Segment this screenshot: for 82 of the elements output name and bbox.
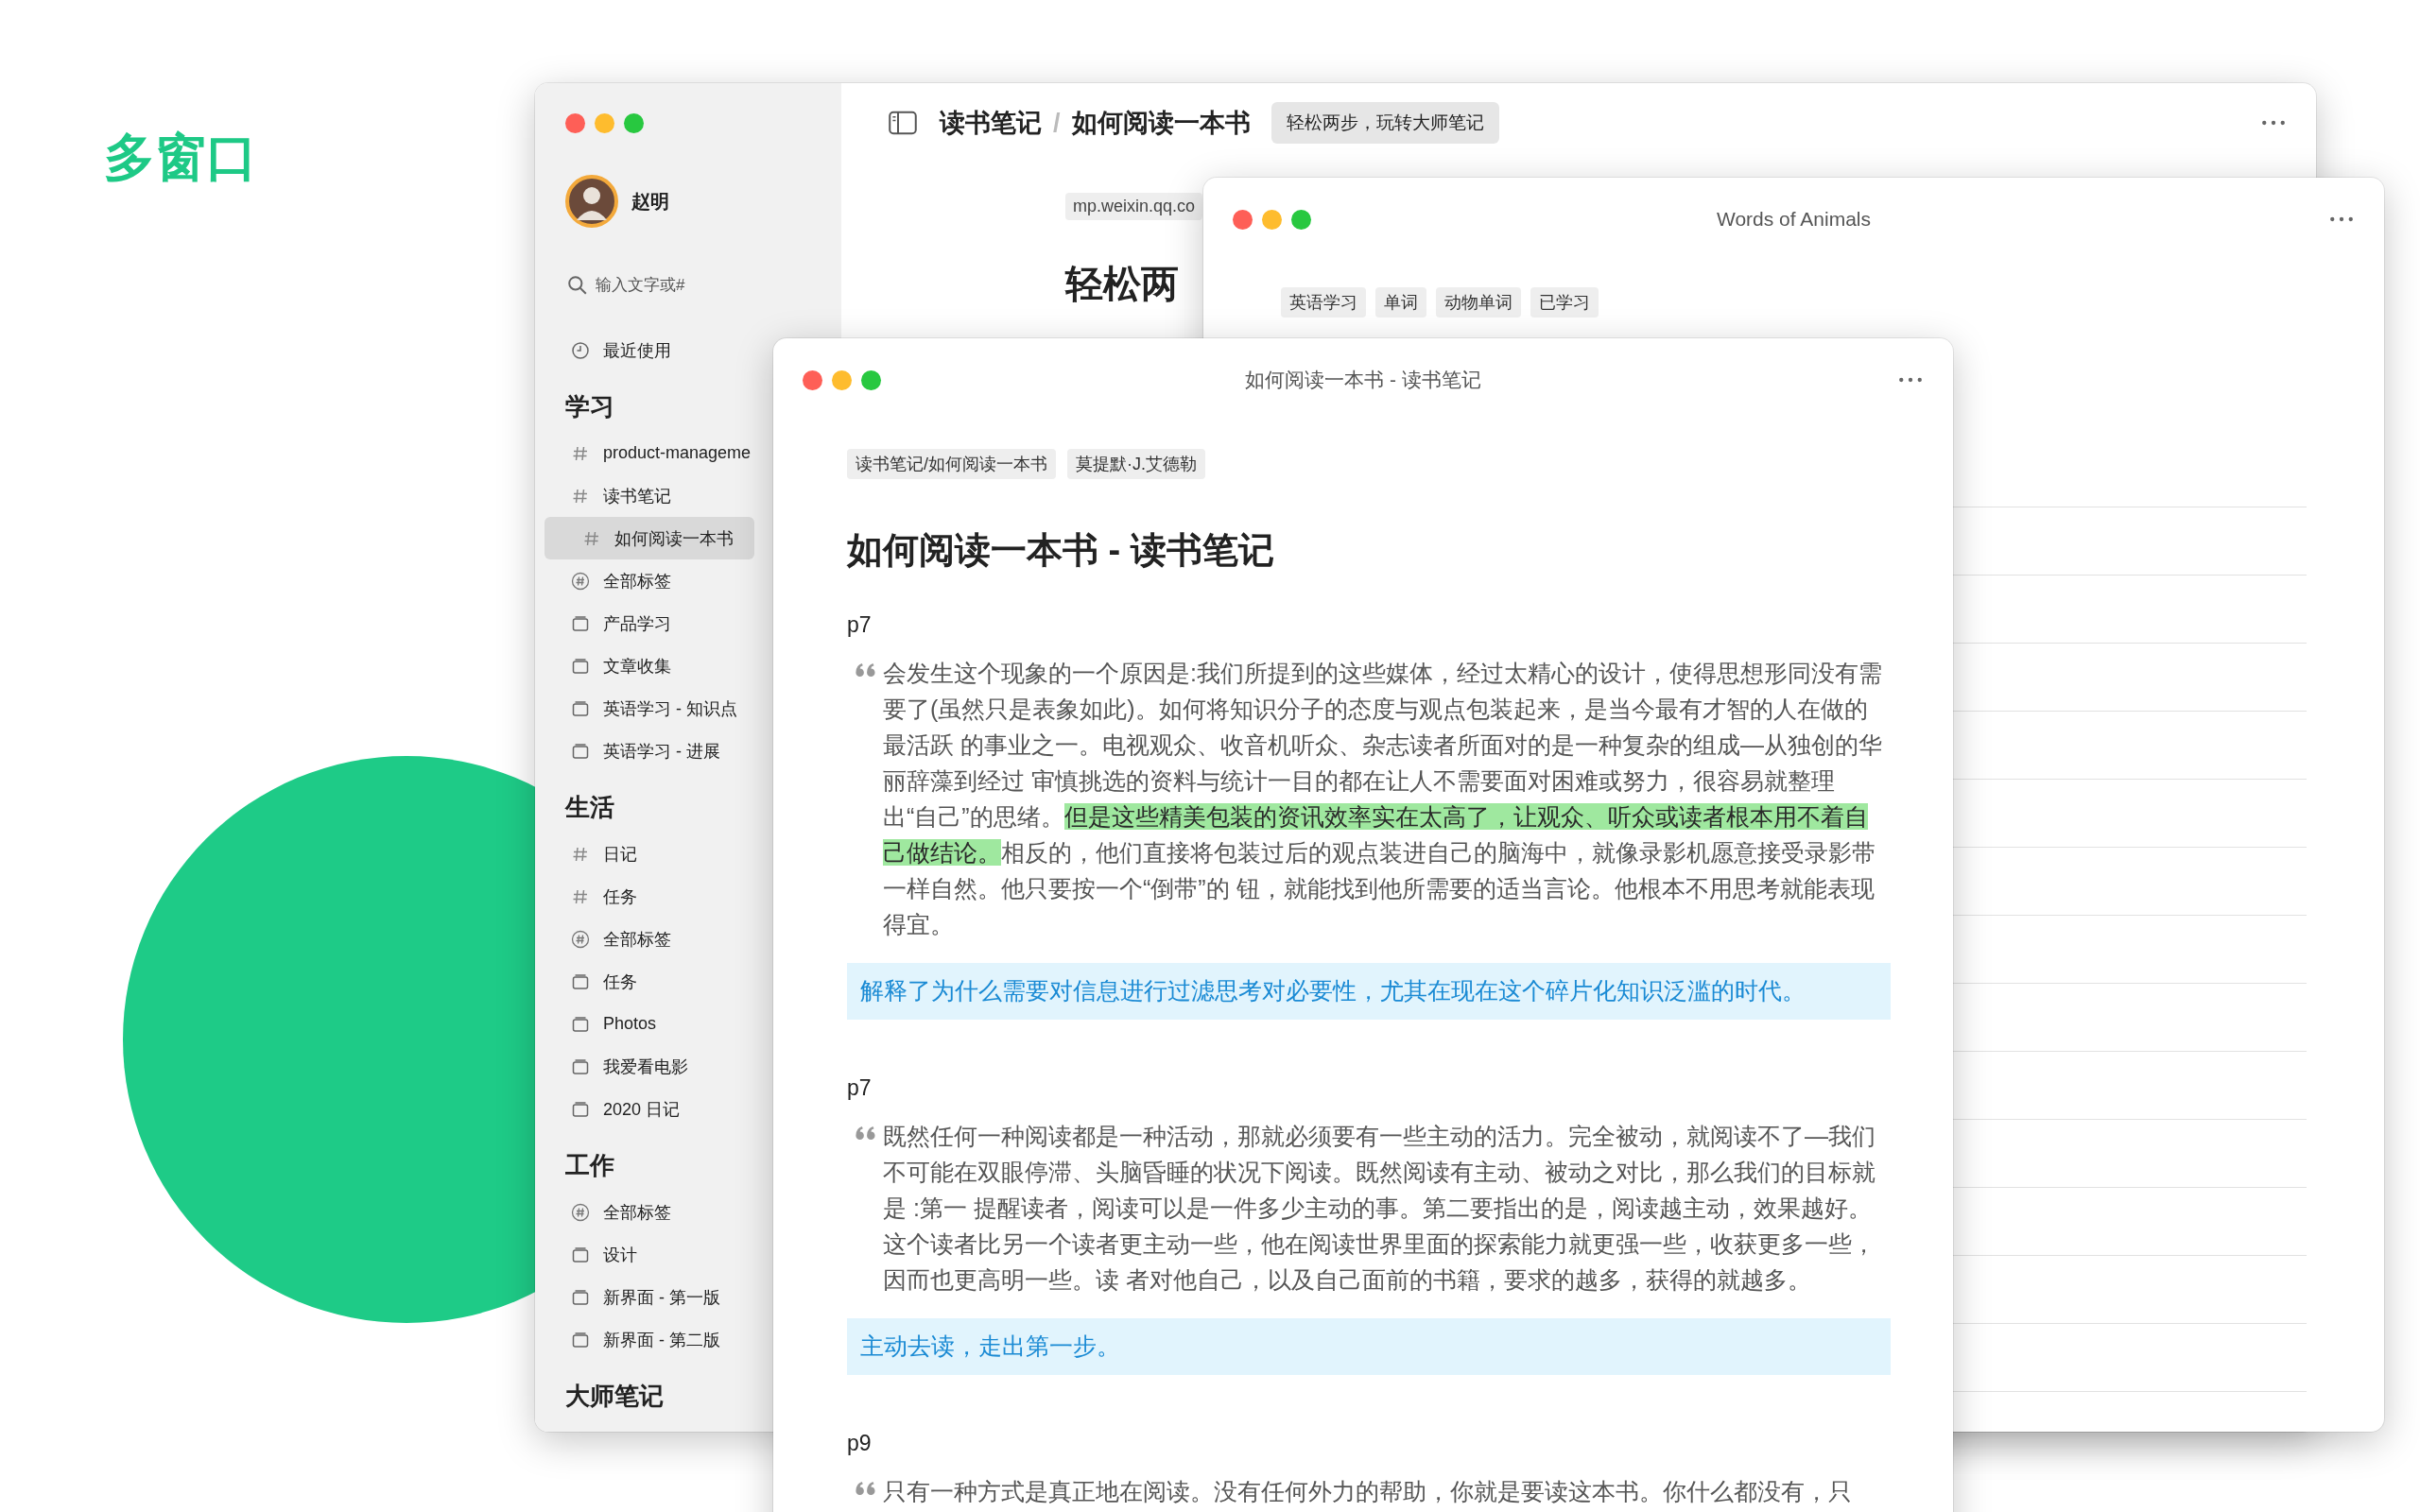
maximize-button[interactable]: [624, 112, 644, 133]
close-button[interactable]: [803, 369, 822, 390]
more-icon[interactable]: [1898, 376, 1923, 384]
notebook-icon: [571, 971, 590, 991]
notebook-icon: [571, 741, 590, 761]
section-heading: 生活: [563, 792, 615, 823]
close-button[interactable]: [565, 112, 585, 133]
notebook-icon: [571, 698, 590, 718]
sidebar-item[interactable]: 任务: [535, 875, 645, 918]
sidebar-item[interactable]: 最近使用: [535, 329, 679, 371]
sidebar-item[interactable]: 设计: [535, 1233, 645, 1276]
notebook-icon: [571, 656, 590, 676]
sidebar-item[interactable]: 新界面 - 第二版: [535, 1318, 728, 1361]
minimize-button[interactable]: [832, 369, 852, 390]
source-tag[interactable]: mp.weixin.qq.co: [1065, 193, 1203, 220]
sidebar-item[interactable]: 我爱看电影: [535, 1045, 696, 1088]
sidebar-item[interactable]: 英语学习 - 知识点: [535, 687, 745, 730]
sidebar-item[interactable]: 全部标签: [535, 918, 679, 960]
tag-chip[interactable]: 已学习: [1530, 287, 1599, 318]
quote-text: 既然任何一种阅读都是一种活动，那就必须要有一些主动的活力。完全被动，就阅读不了—我们不可能在双眼停滞、头脑昏睡的状况下阅读。既然阅读有主动、被动之对比，那么我们的目标就是 :第一 提醒读者，阅读可以是一件多少主动的事。第二要指出的是，阅读越主动，效果越好。这个读者比另一个读者更主动一些，他在阅读世界里面的探索能力就更强一些，收获更多一些，因而也更高明一些。读 者对他自己，以及自己面前的书籍，要求的越多，获得的就越多。: [883, 1122, 1876, 1295]
notebook-icon: [571, 613, 590, 633]
user-name: 赵明: [631, 189, 669, 214]
window-title: Words of Animals: [1717, 208, 1871, 231]
notebook-icon: [571, 1330, 590, 1349]
section-heading: 学习: [564, 391, 615, 422]
sidebar-item[interactable]: 任务: [535, 960, 645, 1003]
section-heading: 大师笔记: [564, 1381, 665, 1412]
note-heading: 如何阅读一本书 - 读书笔记: [847, 529, 1275, 572]
tag-chip[interactable]: 读书笔记/如何阅读一本书: [847, 449, 1056, 479]
quote-icon: [855, 1125, 877, 1142]
callout: 解释了为什么需要对信息进行过滤思考对必要性，尤其在现在这个碎片化知识泛滥的时代。: [847, 963, 1891, 1020]
circled-hash-icon: [571, 929, 590, 949]
sidebar-item[interactable]: 英语学习 - 进展: [535, 730, 728, 772]
sidebar-toggle-icon[interactable]: [889, 111, 917, 135]
breadcrumb-separator: /: [1053, 108, 1061, 138]
sidebar-item[interactable]: 读书笔记: [535, 474, 679, 517]
tag-chip[interactable]: 动物单词: [1436, 287, 1521, 318]
sidebar-item[interactable]: 如何阅读一本书: [544, 517, 754, 559]
minimize-button[interactable]: [1262, 209, 1282, 230]
quote-icon: [855, 662, 877, 679]
tag-chip[interactable]: 英语学习: [1281, 287, 1366, 318]
clock-icon: [571, 340, 590, 360]
page-label: p9: [847, 1430, 873, 1457]
sidebar-item[interactable]: 2020 日记: [535, 1088, 688, 1130]
notebook-icon: [571, 1245, 590, 1264]
quote-text: 会发生这个现象的一个原因是:我们所提到的这些媒体，经过太精心的设计，使得思想形同没有需要了(虽然只是表象如此)。如何将知识分子的态度与观点包装起来，是当今最有才智的人在做的最活跃 的事业之一。电视观众、收音机听众、杂志读者所面对的是一种复杂的组成—从独创的华丽辞藻到经过 审慎挑选的资料与统计一目的都在让人不需要面对困难或努力，很容易就整理出“自己”的思绪。但是这些精美包装的资讯效率实在太高了，让观众、听众或读者根本用不着自己做结论。相反的，他们直接将包装过后的观点装进自己的脑海中，就像录影机愿意接受录影带一样自然。他只要按一个“倒带”的 钮，就能找到他所需要的适当言论。他根本不用思考就能表现得宜。: [883, 659, 1883, 939]
sidebar-item[interactable]: 全部标签: [535, 1191, 679, 1233]
more-icon[interactable]: [2329, 215, 2354, 223]
notebook-icon: [571, 1287, 590, 1307]
more-icon[interactable]: [2261, 119, 2286, 127]
search-field[interactable]: 输入文字或#: [596, 276, 785, 295]
quote-text: 只有一种方式是真正地在阅读。没有任何外力的帮助，你就是要读这本书。你什么都没有，只: [883, 1477, 1853, 1506]
page-label: p7: [847, 611, 873, 639]
notebook-icon: [571, 1057, 590, 1076]
avatar[interactable]: [565, 175, 618, 228]
sidebar-item[interactable]: 日记: [535, 833, 645, 875]
sidebar-item[interactable]: 新界面 - 第一版: [535, 1276, 728, 1318]
tag-chip[interactable]: 莫提默·J.艾德勒: [1067, 449, 1205, 479]
search-icon: [567, 275, 588, 296]
maximize-button[interactable]: [1291, 209, 1311, 230]
close-button[interactable]: [1233, 209, 1253, 230]
circled-hash-icon: [571, 571, 590, 591]
note-heading: 轻松两: [1065, 262, 1179, 306]
callout: 主动去读，走出第一步。: [847, 1318, 1891, 1375]
page-label: p7: [847, 1074, 873, 1102]
notebook-icon: [571, 1099, 590, 1119]
sidebar-item[interactable]: 全部标签: [535, 559, 679, 602]
circled-hash-icon: [571, 1202, 590, 1222]
quote-icon: [855, 1481, 877, 1497]
sidebar-item[interactable]: Photos: [535, 1003, 665, 1045]
sidebar-item[interactable]: product-manageme: [535, 432, 759, 474]
headline: 多窗口: [104, 128, 257, 187]
breadcrumb-item[interactable]: 读书笔记: [940, 106, 1042, 140]
note-tag[interactable]: 轻松两步，玩转大师笔记: [1270, 102, 1499, 144]
sidebar-item[interactable]: 文章收集: [535, 644, 679, 687]
notebook-icon: [571, 1014, 590, 1034]
breadcrumb-item[interactable]: 如何阅读一本书: [1071, 106, 1251, 140]
section-heading: 工作: [564, 1150, 615, 1181]
window-title: 如何阅读一本书 - 读书笔记: [1245, 368, 1481, 392]
maximize-button[interactable]: [861, 369, 881, 390]
sidebar-item[interactable]: 产品学习: [535, 602, 679, 644]
tag-chip[interactable]: 单词: [1375, 287, 1426, 318]
